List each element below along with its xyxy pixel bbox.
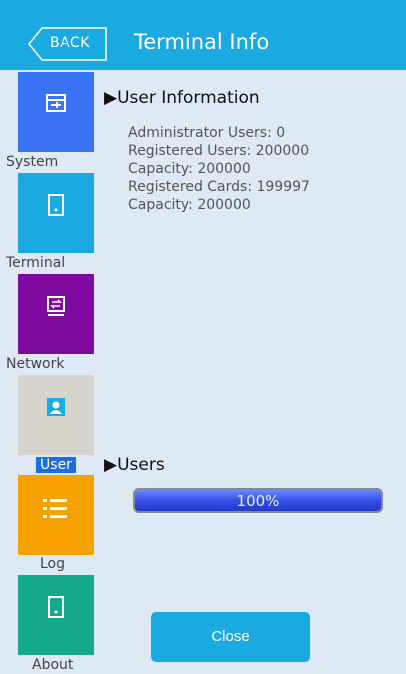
network-icon — [47, 296, 65, 316]
close-button[interactable]: Close — [151, 612, 310, 662]
info-registered-users: Registered Users: 200000 — [128, 143, 310, 159]
back-label: BACK — [50, 35, 90, 51]
terminal-icon — [48, 194, 64, 216]
sidebar-item-network[interactable] — [18, 274, 94, 354]
log-icon — [43, 499, 67, 518]
sidebar-item-label-system: System — [6, 154, 59, 170]
info-card-capacity: Capacity: 200000 — [128, 197, 251, 213]
system-icon — [46, 94, 66, 112]
header-bar: BACK Terminal Info — [0, 0, 406, 70]
info-administrator-users: Administrator Users: 0 — [128, 125, 286, 141]
user-information-heading: ▶User Information — [104, 88, 260, 108]
info-user-capacity: Capacity: 200000 — [128, 161, 251, 177]
page-title: Terminal Info — [134, 30, 270, 54]
sidebar-item-label-terminal: Terminal — [6, 255, 66, 271]
sidebar-item-terminal[interactable] — [18, 173, 94, 253]
users-progress-text: 100% — [236, 492, 280, 510]
user-icon — [47, 398, 65, 416]
about-icon — [48, 596, 64, 618]
sidebar-item-label-log: Log — [40, 556, 66, 572]
sidebar-item-about[interactable] — [18, 575, 94, 655]
sidebar-item-label-about: About — [32, 657, 74, 673]
sidebar-item-system[interactable] — [18, 72, 94, 152]
users-progress-bar: 100% — [133, 488, 383, 513]
sidebar-item-log[interactable] — [18, 475, 94, 555]
sidebar-item-label-network: Network — [6, 356, 65, 372]
sidebar: System Terminal Network User Log About — [0, 70, 96, 674]
info-registered-cards: Registered Cards: 199997 — [128, 179, 310, 195]
users-heading: ▶Users — [104, 455, 165, 475]
sidebar-item-label-user: User — [36, 457, 76, 473]
sidebar-item-user[interactable] — [18, 375, 94, 455]
back-button[interactable]: BACK — [28, 27, 108, 61]
